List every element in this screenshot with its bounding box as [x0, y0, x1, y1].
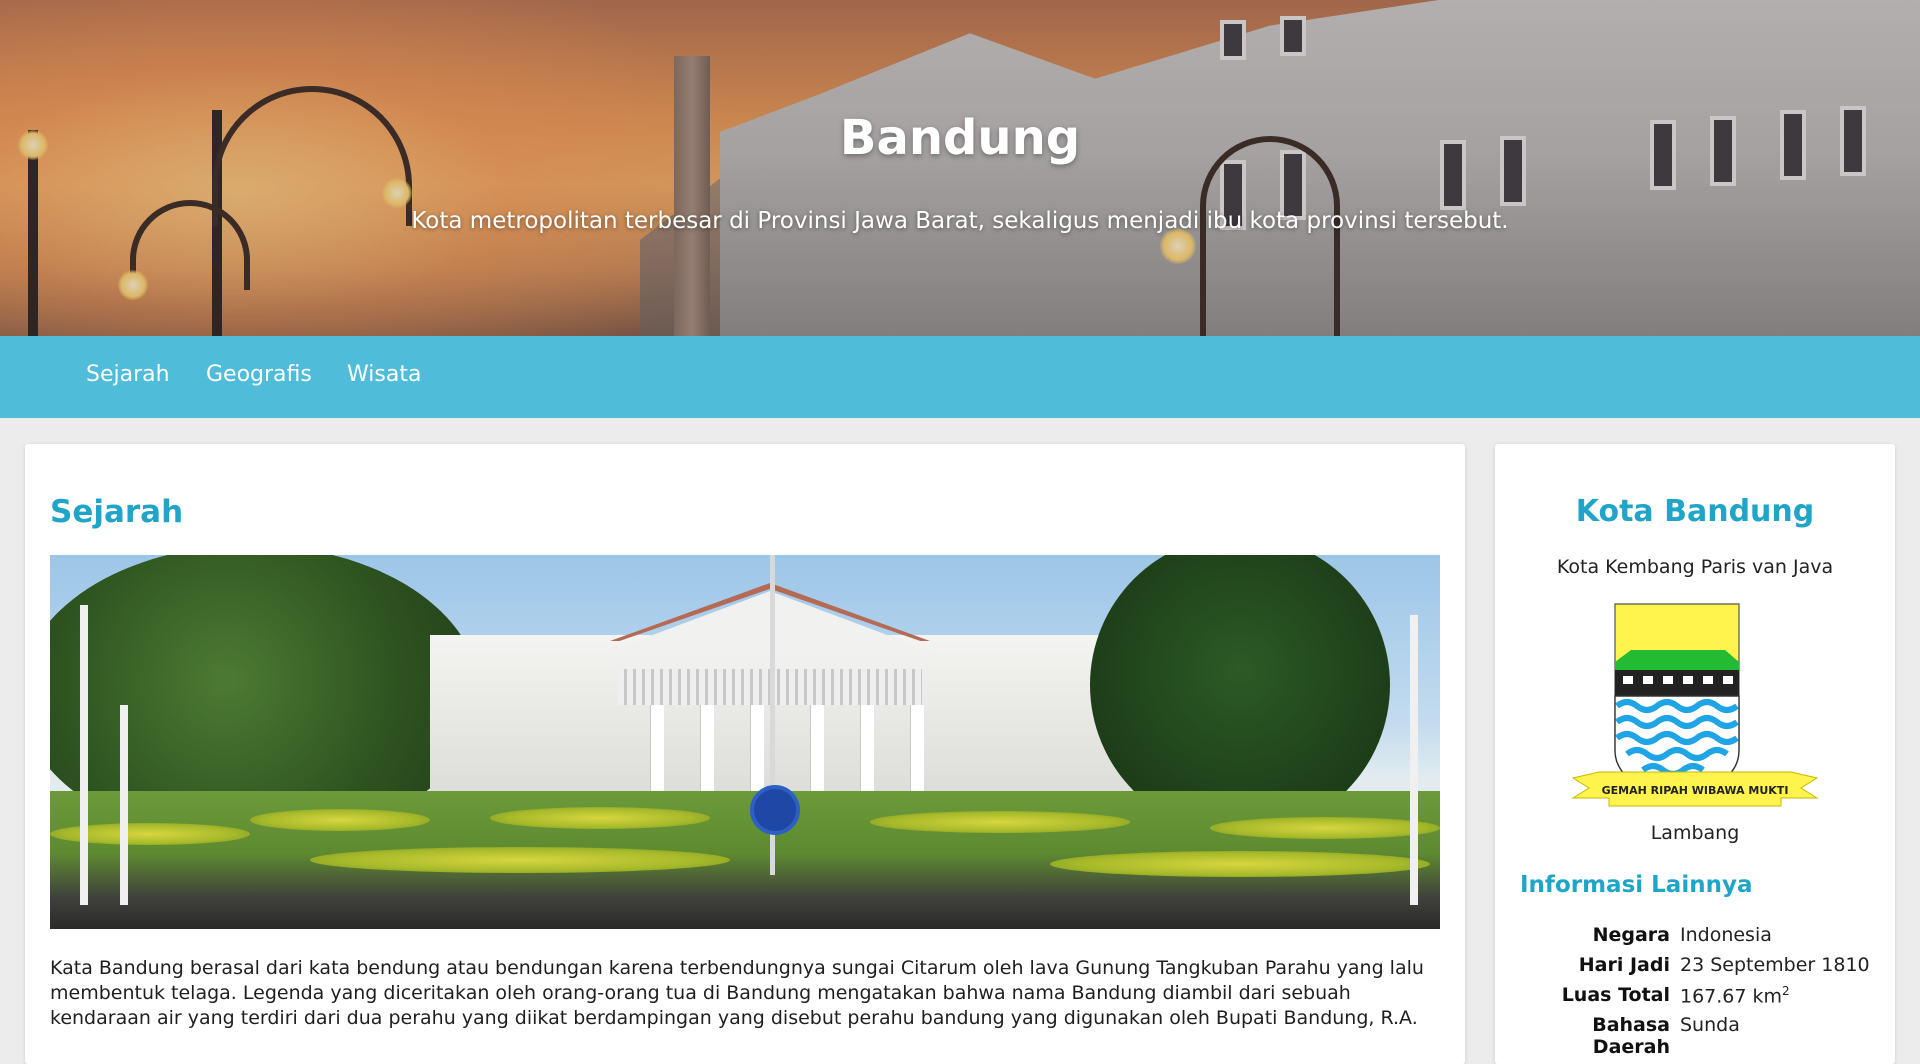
- page-subtitle: Kota metropolitan terbesar di Provinsi J…: [411, 208, 1509, 234]
- info-row: Hari Jadi 23 September 1810: [1520, 954, 1880, 984]
- info-row: Negara Indonesia: [1520, 924, 1880, 954]
- city-nickname: Kota Kembang Paris van Java: [1556, 556, 1834, 578]
- nav-item-sejarah[interactable]: Sejarah: [86, 362, 170, 387]
- info-value-with-unit: 167.67 km2: [1680, 984, 1790, 1007]
- info-value: 23 September 1810: [1680, 954, 1870, 976]
- info-key: Bahasa Daerah: [1592, 1014, 1670, 1058]
- info-key: Hari Jadi: [1578, 954, 1670, 976]
- sejarah-paragraph: Kata Bandung berasal dari kata bendung a…: [50, 957, 1424, 1029]
- city-emblem: GEMAH RIPAH WIBAWA MUKTI: [1571, 603, 1819, 807]
- info-value: Indonesia: [1680, 924, 1772, 946]
- nav-item-geografis[interactable]: Geografis: [206, 362, 312, 387]
- city-info-card: Kota Bandung Kota Kembang Paris van Java…: [1495, 444, 1895, 1064]
- hero-banner: Bandung Kota metropolitan terbesar di Pr…: [0, 0, 1920, 336]
- emblem-motto: GEMAH RIPAH WIBAWA MUKTI: [1602, 784, 1789, 797]
- area-unit-exponent: 2: [1782, 984, 1790, 998]
- page-title: Bandung: [839, 110, 1081, 166]
- info-table: Negara Indonesia Hari Jadi 23 September …: [1520, 924, 1880, 1058]
- sejarah-photo: [50, 555, 1440, 929]
- area-value: 167.67 km: [1680, 985, 1783, 1008]
- sejarah-card: Sejarah Kata Bandung berasal dari kata b…: [25, 444, 1465, 1064]
- info-row: Luas Total 167.67 km2: [1520, 984, 1880, 1014]
- section-title: Sejarah: [50, 494, 184, 530]
- main-navbar: Sejarah Geografis Wisata: [0, 336, 1920, 418]
- emblem-caption: Lambang: [1650, 822, 1740, 844]
- city-title: Kota Bandung: [1575, 494, 1815, 529]
- info-title: Informasi Lainnya: [1520, 872, 1753, 898]
- nav-item-wisata[interactable]: Wisata: [347, 362, 421, 387]
- info-key: Negara: [1592, 924, 1670, 946]
- info-key: Luas Total: [1561, 984, 1670, 1006]
- info-row: Bahasa Daerah Sunda: [1520, 1014, 1880, 1058]
